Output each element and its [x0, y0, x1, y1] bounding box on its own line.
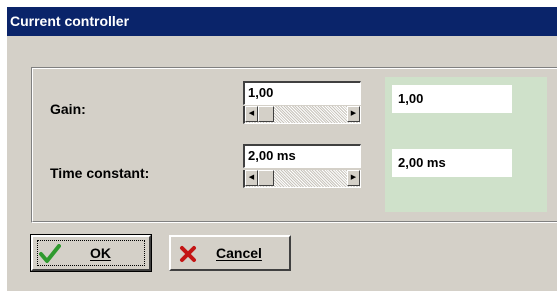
- ok-button[interactable]: OK: [30, 234, 152, 272]
- checkmark-icon: [39, 244, 61, 263]
- gain-slider[interactable]: ◀ ▶: [243, 106, 361, 124]
- window-title: Current controller: [10, 13, 130, 29]
- cancel-button-label: Cancel: [216, 245, 262, 261]
- gain-label: Gain:: [50, 101, 86, 117]
- gain-readout: 1,00: [392, 85, 512, 113]
- cancel-button[interactable]: Cancel: [169, 235, 291, 271]
- time-constant-input[interactable]: 2,00 ms: [243, 144, 361, 168]
- ok-button-label: OK: [90, 245, 111, 261]
- arrow-left-icon[interactable]: ◀: [245, 170, 258, 186]
- gain-input[interactable]: 1,00: [243, 81, 361, 105]
- title-bar[interactable]: Current controller: [7, 7, 557, 36]
- gain-slider-thumb[interactable]: [258, 106, 274, 122]
- arrow-right-icon[interactable]: ▶: [347, 106, 360, 122]
- red-x-icon: [180, 246, 196, 262]
- time-constant-slider[interactable]: ◀ ▶: [243, 170, 361, 188]
- time-constant-readout: 2,00 ms: [392, 149, 512, 177]
- time-constant-label: Time constant:: [50, 165, 150, 181]
- readout-panel: 1,00 2,00 ms: [385, 77, 547, 212]
- arrow-right-icon[interactable]: ▶: [347, 170, 360, 186]
- dialog-window: Current controller Gain: 1,00 ◀ ▶ Time c…: [6, 6, 557, 291]
- time-constant-slider-thumb[interactable]: [258, 170, 274, 186]
- arrow-left-icon[interactable]: ◀: [245, 106, 258, 122]
